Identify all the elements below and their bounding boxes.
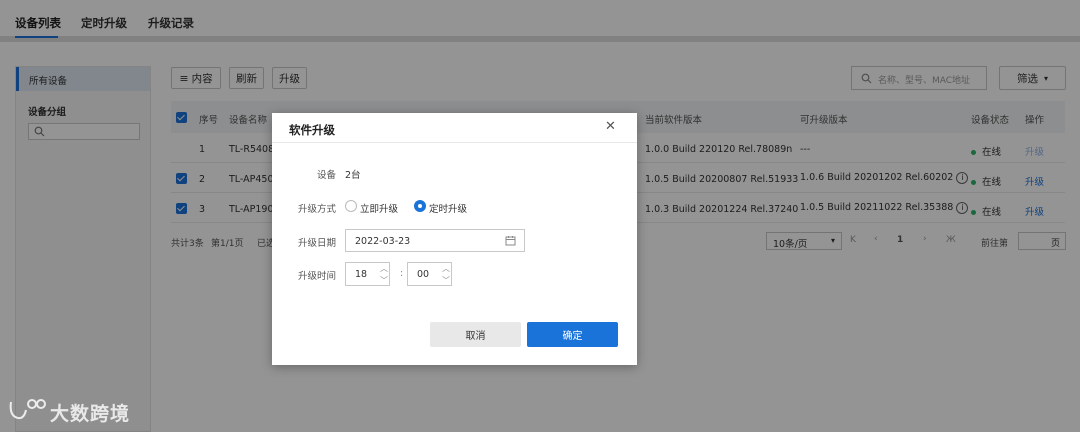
radio-scheduled-upgrade[interactable] bbox=[414, 200, 426, 212]
chevron-down-icon[interactable]: ﹀ bbox=[442, 275, 450, 286]
chevron-up-icon[interactable]: ︿ bbox=[380, 263, 388, 274]
chevron-up-icon[interactable]: ︿ bbox=[442, 263, 450, 274]
mode-label: 升级方式 bbox=[297, 204, 336, 215]
minute-value: 00 bbox=[417, 269, 430, 280]
minute-stepper[interactable]: 00 ︿ ﹀ bbox=[407, 262, 452, 286]
radio-scheduled-upgrade-label: 定时升级 bbox=[429, 204, 468, 215]
upgrade-date-value: 2022-03-23 bbox=[355, 236, 411, 247]
chevron-down-icon[interactable]: ﹀ bbox=[380, 275, 388, 286]
radio-upgrade-now[interactable] bbox=[345, 200, 357, 212]
time-separator: : bbox=[400, 268, 404, 279]
watermark-logo bbox=[9, 399, 46, 420]
hour-stepper[interactable]: 18 ︿ ﹀ bbox=[345, 262, 390, 286]
date-label: 升级日期 bbox=[297, 238, 336, 249]
hour-value: 18 bbox=[355, 269, 368, 280]
calendar-icon[interactable] bbox=[505, 235, 516, 246]
software-upgrade-dialog: 软件升级 ✕ 设备 2台 升级方式 立即升级 定时升级 升级日期 2022-03… bbox=[272, 113, 637, 365]
cancel-button[interactable]: 取消 bbox=[430, 322, 521, 347]
radio-upgrade-now-label: 立即升级 bbox=[360, 204, 399, 215]
watermark-text: 大数跨境 bbox=[50, 403, 131, 425]
upgrade-date-input[interactable]: 2022-03-23 bbox=[345, 229, 525, 252]
dialog-divider bbox=[272, 142, 637, 143]
confirm-button[interactable]: 确定 bbox=[527, 322, 618, 347]
device-count: 2台 bbox=[345, 170, 361, 181]
dialog-title: 软件升级 bbox=[289, 123, 335, 137]
close-icon[interactable]: ✕ bbox=[605, 119, 616, 134]
device-label: 设备 bbox=[316, 170, 336, 181]
time-label: 升级时间 bbox=[297, 271, 336, 282]
